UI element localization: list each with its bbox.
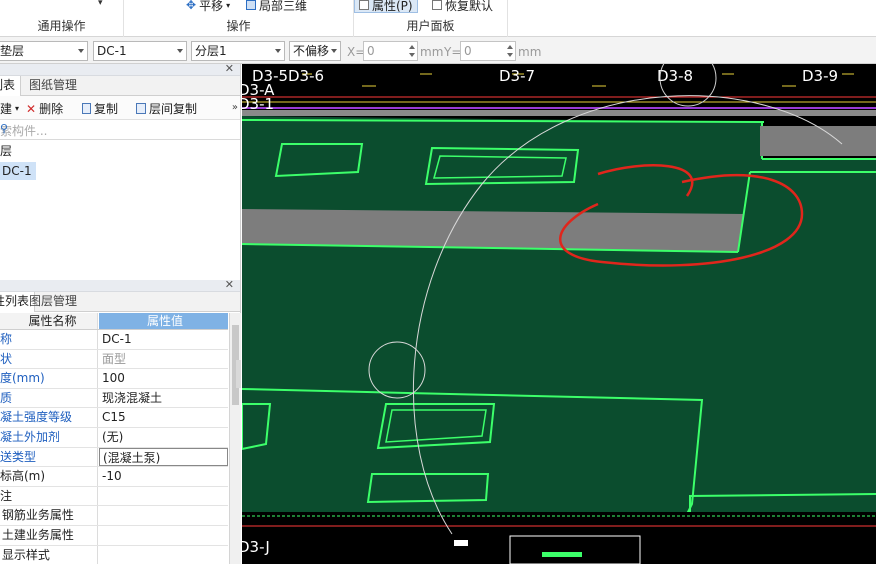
layout-icon [432, 0, 442, 10]
y-offset-input[interactable]: 0 [460, 41, 516, 61]
pit [424, 146, 580, 186]
property-row[interactable]: 混凝土强度等级 C15 [0, 408, 228, 428]
ribbon: ▾ 通用操作 ✥ 平移 ▾ 局部三维 操作 属性(P) 恢复默认 用户面板 [0, 0, 876, 37]
property-row[interactable]: 备注 [0, 486, 228, 507]
pan-button[interactable]: ✥ 平移 ▾ [186, 0, 230, 13]
top-strip [242, 64, 876, 106]
property-row[interactable]: 混凝土外加剂 (无) [0, 427, 228, 448]
dropdown-arrow-icon [331, 49, 337, 53]
offset-select[interactable]: 不偏移 [289, 41, 341, 61]
close-icon[interactable]: ✕ [225, 278, 234, 291]
property-row[interactable]: 厚度(mm) 100 [0, 369, 228, 389]
restore-default-button[interactable]: 恢复默认 [432, 0, 493, 13]
header-property-value: 属性值 [99, 313, 228, 329]
delete-icon: ✕ [26, 101, 37, 116]
axis-label: D3-8 [657, 67, 693, 85]
tab-drawing-management[interactable]: 图纸管理 [24, 76, 82, 96]
spin-down-icon[interactable] [507, 53, 513, 57]
draw-toolbar: 垫层 DC-1 分层1 不偏移 X= 0 mm Y= 0 mm [0, 37, 876, 64]
chevron-down-icon: ▾ [226, 0, 231, 10]
element-name-select[interactable]: DC-1 [93, 41, 187, 61]
property-row[interactable]: 形状 面型 [0, 349, 228, 370]
ribbon-group-label: 操作 [226, 19, 251, 33]
panel-collapse-handle[interactable] [236, 360, 241, 388]
component-list-panel: ✕ 列表 图纸管理 新建 ▾ ✕ 删除 复制 层间复制 » 搜索构件... ⚲ … [0, 62, 241, 280]
axis-label: D3-7 [499, 67, 535, 85]
property-grid: 属性名称 属性值 名称 DC-1 形状 面型 厚度(mm) 100 材质 现浇混… [0, 313, 228, 564]
ribbon-group-operations: ✥ 平移 ▾ 局部三维 操作 [124, 0, 354, 37]
properties-button[interactable]: 属性(P) [354, 0, 418, 13]
tree-item-dc-1[interactable]: DC-1 [0, 162, 36, 180]
pit [242, 403, 272, 451]
new-button[interactable]: 新建 ▾ [0, 100, 19, 117]
delete-button[interactable]: ✕ 删除 [26, 100, 63, 117]
tab-layer-management[interactable]: 图层管理 [24, 292, 82, 312]
floor-select[interactable]: 分层1 [191, 41, 285, 61]
drawing-viewport[interactable]: D3-5 D3-6 D3-7 D3-8 D3-9 D3-A D3-1 D3-J [242, 64, 876, 564]
dropdown-arrow-icon [177, 49, 183, 53]
floor-copy-icon [136, 103, 146, 114]
property-panel-tabs: 属性列表 图层管理 [0, 292, 240, 312]
more-icon[interactable]: » [232, 102, 238, 113]
ribbon-group-label: 用户面板 [406, 19, 455, 33]
floor-copy-button[interactable]: 层间复制 [136, 100, 197, 117]
pit [274, 143, 364, 178]
axis-label: D3-J [242, 538, 270, 556]
axis-label: D3-1 [242, 95, 274, 113]
y-label: Y= [444, 45, 462, 59]
component-actions: 新建 ▾ ✕ 删除 复制 层间复制 » [0, 96, 240, 120]
viewport-canvas[interactable]: D3-5 D3-6 D3-7 D3-8 D3-9 D3-A D3-1 D3-J [242, 64, 876, 564]
property-row[interactable]: + 钢筋业务属性 [0, 506, 228, 526]
ribbon-group-label: 通用操作 [37, 19, 86, 33]
dropdown-arrow-icon [275, 49, 281, 53]
header-property-name: 属性名称 [0, 313, 98, 329]
dropdown-arrow-icon [78, 49, 84, 53]
chevron-down-icon: ▾ [15, 104, 20, 113]
panel-titlebar: ✕ [0, 62, 240, 76]
spin-up-icon[interactable] [409, 45, 415, 49]
panel-titlebar: ✕ [0, 278, 240, 292]
property-scrollbar[interactable] [229, 313, 241, 564]
x-unit: mm [420, 45, 444, 59]
property-row[interactable]: 材质 现浇混凝土 [0, 388, 228, 409]
property-row[interactable]: + 显示样式 [0, 545, 228, 564]
cube-icon [246, 0, 256, 10]
local-3d-button[interactable]: 局部三维 [246, 0, 307, 13]
chevron-down-icon[interactable]: ▾ [98, 0, 103, 8]
component-search[interactable]: 搜索构件... ⚲ [0, 120, 240, 140]
element-type-select[interactable]: 垫层 [0, 41, 88, 61]
component-panel-tabs: 列表 图纸管理 [0, 76, 240, 96]
property-row[interactable]: 名称 DC-1 [0, 330, 228, 350]
ribbon-group-common: ▾ 通用操作 [0, 0, 124, 37]
tree-category[interactable]: 垫层 [0, 142, 12, 160]
property-grid-header: 属性名称 属性值 [0, 313, 228, 330]
x-offset-input[interactable]: 0 [363, 41, 418, 61]
copy-button[interactable]: 复制 [82, 100, 118, 117]
spin-up-icon[interactable] [507, 45, 513, 49]
gray-band-top [242, 110, 876, 116]
property-row[interactable]: 泵送类型 (混凝土泵) [0, 447, 228, 468]
move-arrows-icon: ✥ [186, 0, 197, 12]
property-row[interactable]: 顶标高(m) -10 [0, 467, 228, 487]
bottom-marker [542, 552, 582, 557]
search-icon[interactable]: ⚲ [0, 122, 236, 135]
axis-label: D3-9 [802, 67, 838, 85]
axis-label: D3-6 [288, 67, 324, 85]
tab-component-list[interactable]: 列表 [0, 76, 22, 96]
close-icon[interactable]: ✕ [225, 62, 234, 75]
property-row[interactable]: + 土建业务属性 [0, 525, 228, 546]
copy-icon [82, 103, 91, 114]
spin-down-icon[interactable] [409, 53, 415, 57]
pit [366, 473, 490, 504]
ribbon-group-user-panel: 属性(P) 恢复默认 用户面板 [354, 0, 508, 37]
orbit-end-marker [454, 540, 468, 546]
y-unit: mm [518, 45, 542, 59]
properties-icon [359, 0, 369, 10]
gray-block [760, 126, 876, 156]
